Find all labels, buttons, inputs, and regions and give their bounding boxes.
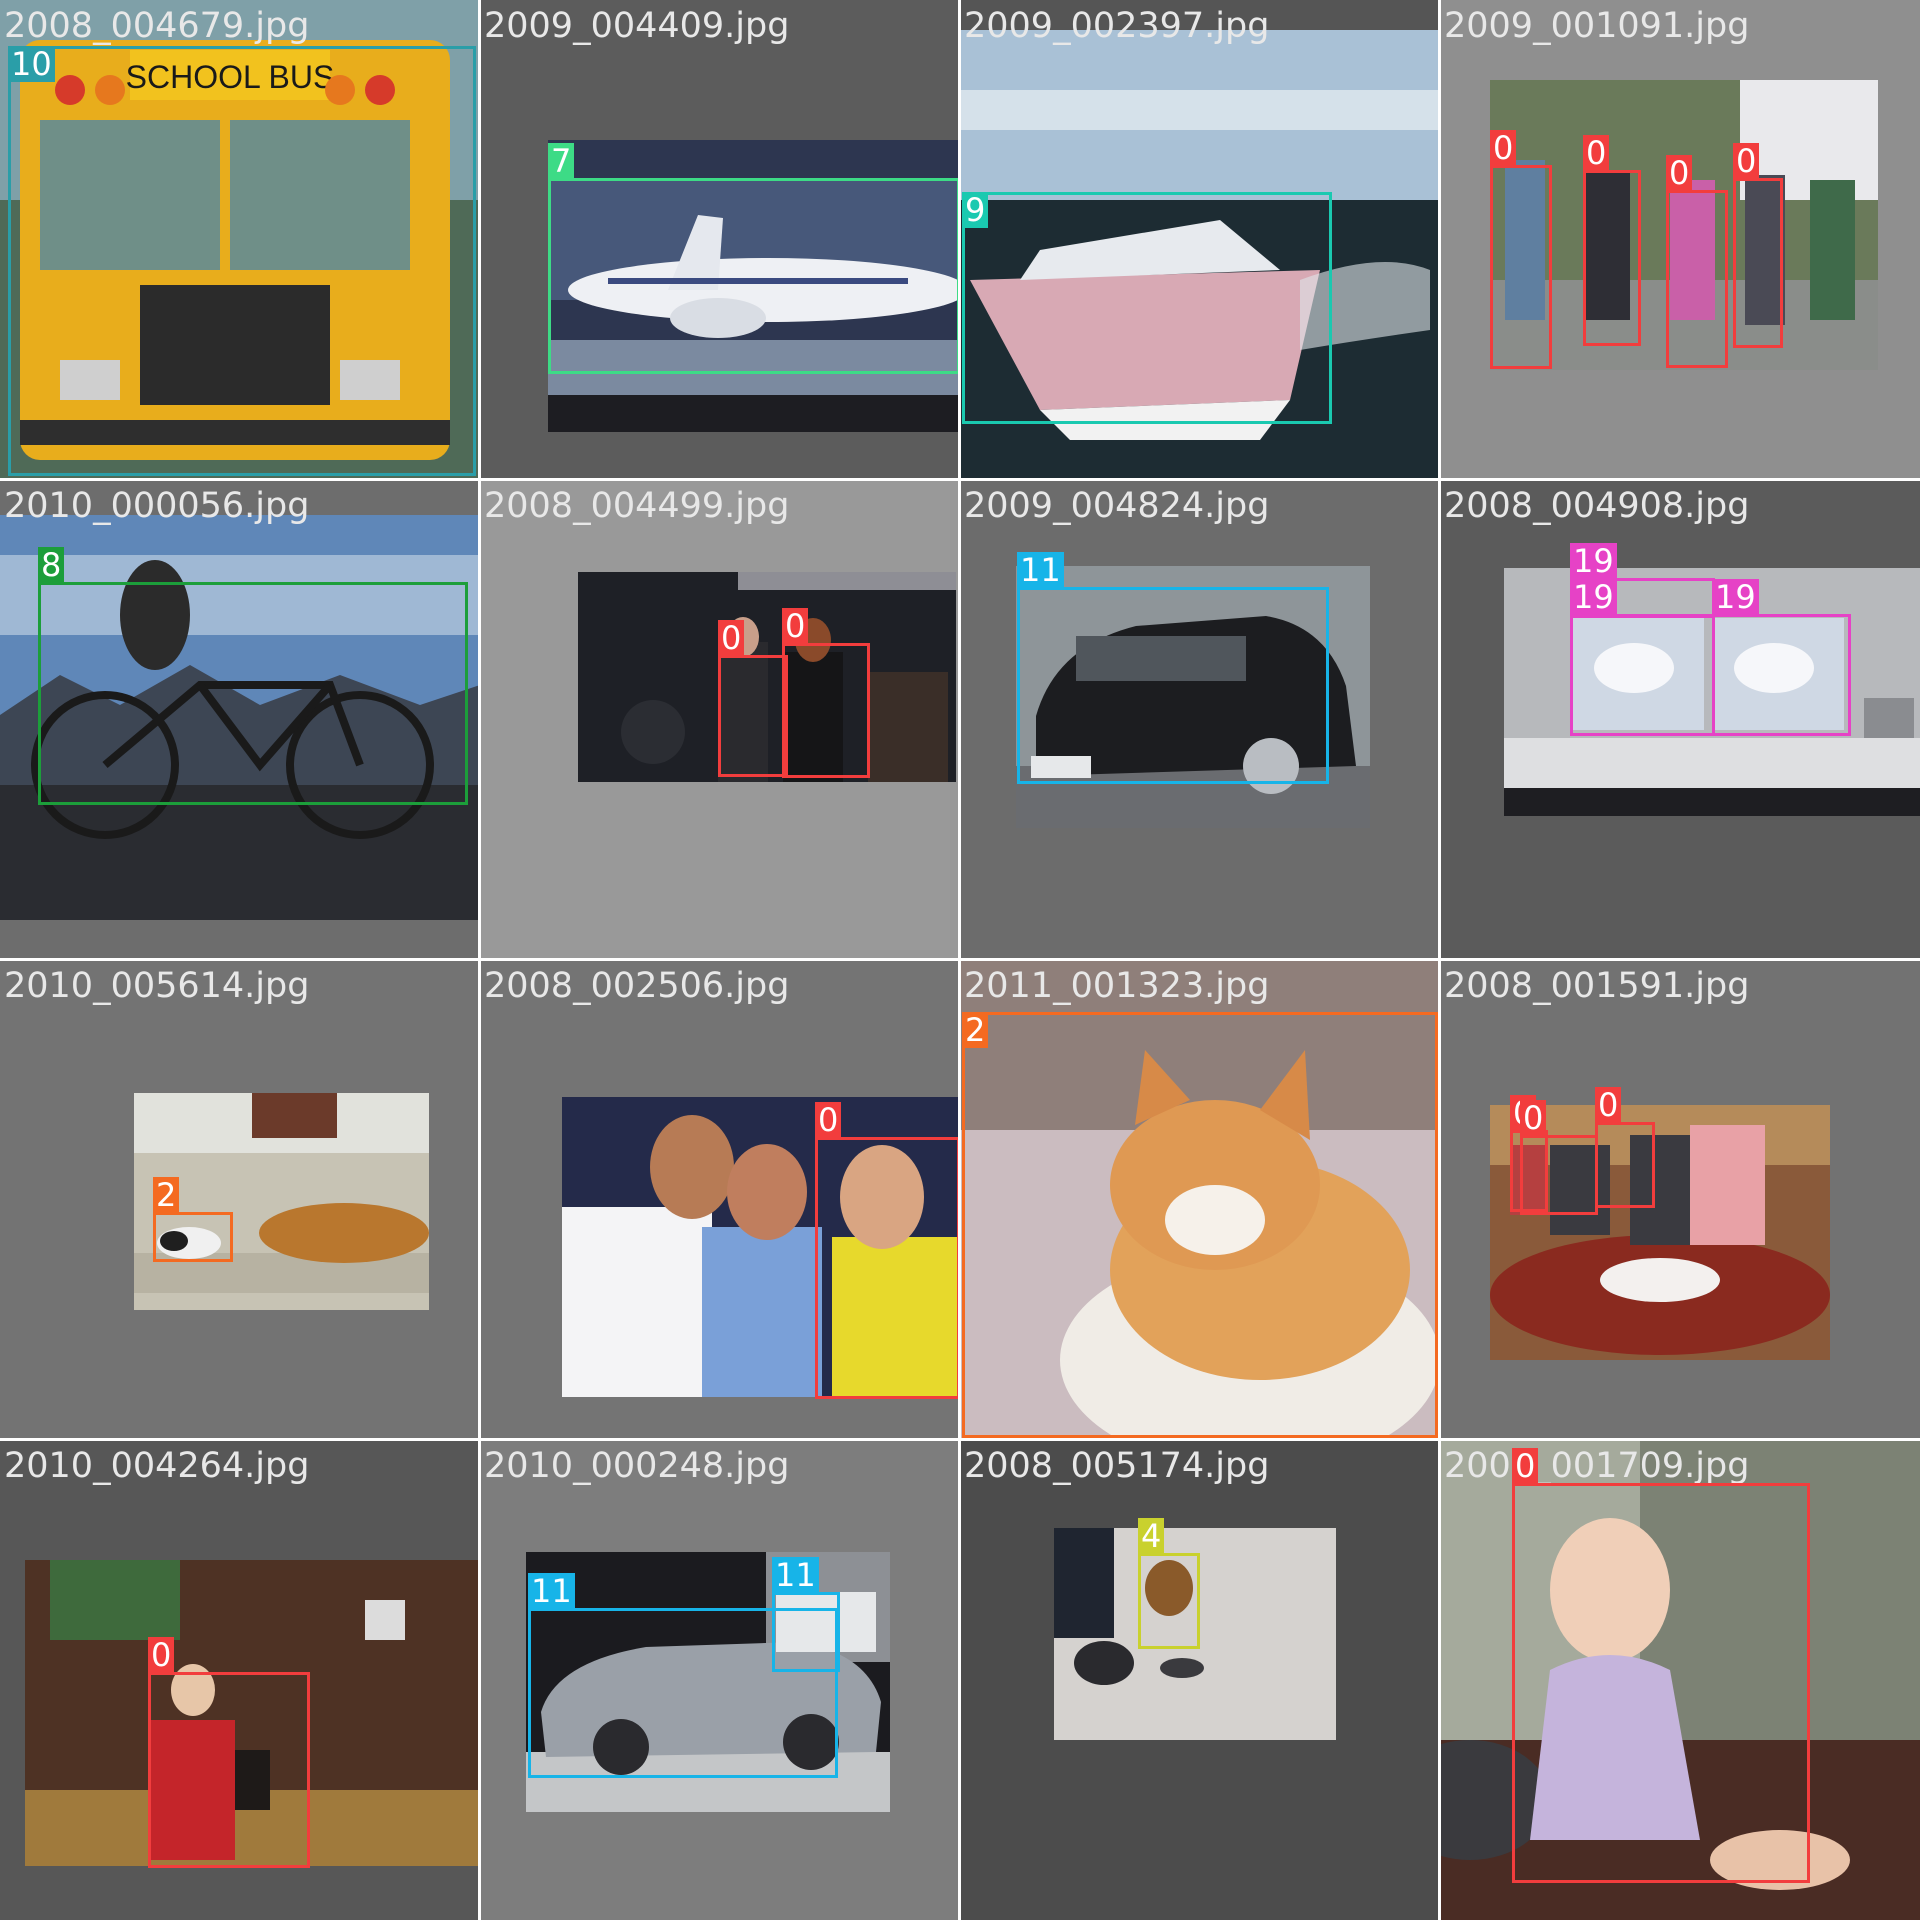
image-filename: 2010_004264.jpg — [4, 1446, 310, 1486]
class-label: 0 — [1490, 130, 1517, 166]
mosaic-tile: 2008_001591.jpg 0 0 0 — [1440, 960, 1920, 1440]
grid-separator — [0, 958, 1920, 961]
detection-box: 10 — [8, 46, 476, 476]
class-label: 11 — [528, 1573, 575, 1609]
class-label: 11 — [772, 1557, 819, 1593]
detection-box: 0 — [1512, 1448, 1810, 1883]
class-label: 2 — [962, 1012, 989, 1048]
class-label: 19 — [1570, 543, 1617, 579]
class-label: 4 — [1138, 1518, 1165, 1554]
detection-box: 9 — [962, 192, 1332, 424]
class-label: 19 — [1712, 579, 1759, 615]
detection-box: 8 — [38, 547, 468, 805]
class-label: 8 — [38, 547, 65, 583]
image-filename: 2008_001709.jpg — [1444, 1446, 1750, 1486]
image-filename: 2010_005614.jpg — [4, 966, 310, 1006]
mosaic-tile: 2011_001323.jpg 2 — [960, 960, 1440, 1440]
image-filename: 2009_004824.jpg — [964, 486, 1270, 526]
class-label: 0 — [1520, 1100, 1547, 1136]
detection-box: 4 — [1138, 1518, 1200, 1649]
class-label: 0 — [782, 608, 809, 644]
detection-box: 19 — [1570, 579, 1715, 736]
class-label: 0 — [815, 1102, 842, 1138]
class-label: 0 — [1583, 135, 1610, 171]
mosaic-tile: 2008_004908.jpg 19 19 19 — [1440, 480, 1920, 960]
detection-box: 0 — [1583, 135, 1641, 346]
detection-box: 2 — [962, 1012, 1438, 1438]
detection-box: 0 — [1520, 1100, 1598, 1215]
image-filename: 2008_004679.jpg — [4, 6, 310, 46]
class-label: 19 — [1570, 579, 1617, 615]
mosaic-tile: 2008_002506.jpg 0 — [480, 960, 960, 1440]
class-label: 11 — [1017, 552, 1064, 588]
detection-box: 19 — [1712, 579, 1851, 736]
mosaic-tile: 2010_000248.jpg 11 11 — [480, 1440, 960, 1920]
detection-box: 0 — [148, 1637, 310, 1868]
class-label: 7 — [548, 143, 575, 179]
detection-box: 0 — [1490, 130, 1552, 369]
image-filename: 2008_002506.jpg — [484, 966, 790, 1006]
class-label: 0 — [718, 620, 745, 656]
image-filename: 2011_001323.jpg — [964, 966, 1270, 1006]
class-label: 9 — [962, 192, 989, 228]
mosaic-tile: 2009_004409.jpg 7 — [480, 0, 960, 480]
detection-box: 2 — [153, 1177, 233, 1262]
mosaic-tile: 2009_004824.jpg 11 — [960, 480, 1440, 960]
mosaic-tile: SCHOOL BUS 2008_004679.jpg 10 — [0, 0, 480, 480]
mosaic-tile: 2009_001091.jpg 0 0 0 0 — [1440, 0, 1920, 480]
image-filename: 2008_004499.jpg — [484, 486, 790, 526]
mosaic-tile: 2010_000056.jpg 8 — [0, 480, 480, 960]
detection-mosaic: SCHOOL BUS 2008_004679.jpg 10 2009_00440… — [0, 0, 1920, 1920]
mosaic-tile: 2008_001709.jpg 2008_005174.jpg 4 — [960, 1440, 1440, 1920]
mosaic-tile: 2008_004499.jpg 0 0 — [480, 480, 960, 960]
detection-box: 0 — [1666, 155, 1728, 368]
class-label: 0 — [1595, 1087, 1622, 1123]
class-label: 0 — [1512, 1448, 1539, 1484]
class-label: 0 — [1733, 143, 1760, 179]
class-label: 0 — [148, 1637, 175, 1673]
image-filename: 2010_000056.jpg — [4, 486, 310, 526]
image-filename: 2009_001091.jpg — [1444, 6, 1750, 46]
image-filename: 2008_005174.jpg — [964, 1446, 1270, 1486]
class-label: 2 — [153, 1177, 180, 1213]
mosaic-tile: 2008_001709.jpg 0 — [1440, 1440, 1920, 1920]
image-filename: 2009_004409.jpg — [484, 6, 790, 46]
detection-box: 0 — [782, 608, 870, 778]
class-label: 0 — [1666, 155, 1693, 191]
image-filename: 2008_004908.jpg — [1444, 486, 1750, 526]
detection-box: 7 — [548, 143, 960, 374]
class-label: 10 — [8, 46, 55, 82]
detection-box: 11 — [1017, 552, 1329, 784]
mosaic-tile: 2009_002397.jpg 9 — [960, 0, 1440, 480]
image-filename: 2008_001591.jpg — [1444, 966, 1750, 1006]
image-filename: 2009_002397.jpg — [964, 6, 1270, 46]
detection-box: 0 — [1733, 143, 1783, 348]
mosaic-tile: 2010_005614.jpg 2 — [0, 960, 480, 1440]
grid-separator — [0, 478, 1920, 481]
mosaic-tile: 2010_004264.jpg 0 — [0, 1440, 480, 1920]
image-filename: 2010_000248.jpg — [484, 1446, 790, 1486]
detection-box: 0 — [1595, 1087, 1655, 1208]
grid-separator — [0, 1438, 1920, 1441]
detection-box: 0 — [815, 1102, 960, 1399]
detection-box: 11 — [772, 1557, 840, 1672]
detection-box: 0 — [718, 620, 788, 777]
